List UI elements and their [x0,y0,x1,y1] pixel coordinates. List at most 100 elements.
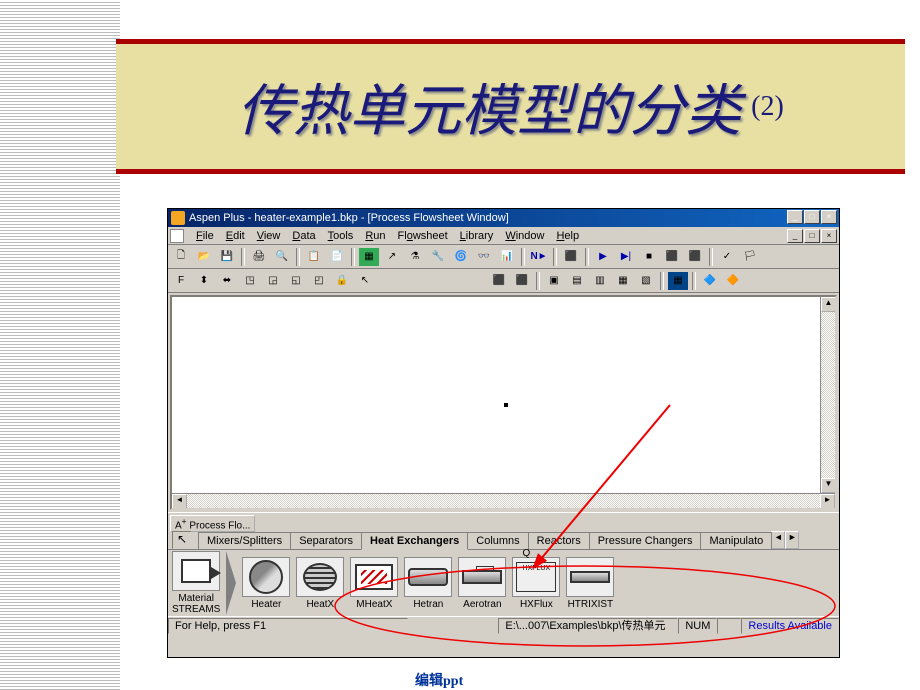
new-button[interactable]: 🗋 [170,247,192,267]
mdi-icon[interactable] [170,229,184,243]
tb2-a[interactable]: F [170,271,192,291]
toolbar-1: 🗋 📂 💾 🖨 🔍 📋 📄 ▦ ↗ ⚗ 🔧 🌀 👓 📊 N► ⬛ ▶ ▶| ■ … [168,245,839,269]
heater-icon [249,560,283,594]
tb2-r9[interactable]: 🔷 [699,271,721,291]
menu-flowsheet[interactable]: Flowsheet [392,230,454,242]
hetran-icon [408,568,448,586]
close-button[interactable]: × [821,210,837,224]
stream-icon [181,559,211,583]
flowsheet-canvas[interactable]: ▲ ▼ ◄ ► [170,295,837,510]
palette-item-streams[interactable]: Material STREAMS [170,549,222,617]
menu-data[interactable]: Data [286,230,321,242]
maximize-button[interactable]: □ [804,210,820,224]
open-button[interactable]: 📂 [193,247,215,267]
tb2-c[interactable]: ⬌ [216,271,238,291]
horizontal-scrollbar[interactable]: ◄ ► [172,493,835,508]
palette-item-heater[interactable]: Heater [240,555,292,612]
copy-button[interactable]: 📋 [303,247,325,267]
mdi-minimize-button[interactable]: _ [787,229,803,243]
status-path: E:\...007\Examples\bkp\传热单元 [498,618,678,634]
tb2-d[interactable]: ◳ [239,271,261,291]
menu-run[interactable]: Run [359,230,391,242]
pointer-button[interactable]: ↖ [354,271,376,291]
tb-4f[interactable]: 👓 [473,247,495,267]
palette-item-hetran[interactable]: Hetran [402,555,454,612]
palette-item-htrixist[interactable]: HTRIXIST [564,555,616,612]
tb2-e[interactable]: ◲ [262,271,284,291]
menu-file[interactable]: File [190,230,220,242]
tb-7a[interactable]: ✓ [716,247,738,267]
paste-button[interactable]: 📄 [326,247,348,267]
tab-scroll-right[interactable]: ► [785,531,799,549]
palette-item-hxflux[interactable]: HXFLUX HXFlux [510,555,562,612]
menu-help[interactable]: Help [550,230,585,242]
mdi-close-button[interactable]: × [821,229,837,243]
scroll-up-button[interactable]: ▲ [821,297,836,312]
vertical-scrollbar[interactable]: ▲ ▼ [820,297,835,493]
tb2-r7[interactable]: ▧ [635,271,657,291]
scroll-left-button[interactable]: ◄ [172,494,187,509]
toolbar-2: F ⬍ ⬌ ◳ ◲ ◱ ◰ 🔒 ↖ ⬛ ⬛ ▣ ▤ ▥ ▦ ▧ ▦ 🔷 🔶 [168,269,839,293]
tb2-r5[interactable]: ▥ [589,271,611,291]
menu-tools[interactable]: Tools [322,230,360,242]
tb2-r1[interactable]: ⬛ [488,271,510,291]
status-blank [717,618,741,634]
slide-footer: 编辑ppt [415,670,463,690]
minimize-button[interactable]: _ [787,210,803,224]
menu-edit[interactable]: Edit [220,230,251,242]
print-button[interactable]: 🖨 [248,247,270,267]
scroll-right-button[interactable]: ► [820,494,835,509]
tab-manipulators[interactable]: Manipulato [700,532,772,549]
tb-4b[interactable]: ↗ [381,247,403,267]
tab-scroll-left[interactable]: ◄ [771,531,785,549]
hxflux-icon: HXFLUX [516,562,556,592]
slide-title: 传热单元模型的分类 [237,66,741,147]
tb2-g[interactable]: ◰ [308,271,330,291]
mdi-restore-button[interactable]: □ [804,229,820,243]
title-bar[interactable]: Aspen Plus - heater-example1.bkp - [Proc… [168,209,839,227]
tb-6b[interactable]: ⬛ [684,247,706,267]
next-button[interactable]: N► [528,247,550,267]
process-flowsheet-tab[interactable]: A+ Process Flo... [170,515,255,532]
tb2-r4[interactable]: ▤ [566,271,588,291]
tb2-r3[interactable]: ▣ [543,271,565,291]
tb-4d[interactable]: 🔧 [427,247,449,267]
save-button[interactable]: 💾 [216,247,238,267]
palette-item-mheatx[interactable]: MHeatX [348,555,400,612]
tab-columns[interactable]: Columns [467,532,528,549]
tb2-r10[interactable]: 🔶 [722,271,744,291]
run-start-button[interactable]: ▶ [592,247,614,267]
palette-item-aerotran[interactable]: Aerotran [456,555,508,612]
run-stop-button[interactable]: ■ [638,247,660,267]
run-step-button[interactable]: ▶| [615,247,637,267]
status-results: Results Available [741,618,839,634]
tab-reactors[interactable]: Reactors [528,532,590,549]
palette-divider [226,551,236,615]
tb-4e[interactable]: 🌀 [450,247,472,267]
select-tool[interactable]: ↖ [172,531,192,549]
tb2-r6[interactable]: ▦ [612,271,634,291]
tb-4g[interactable]: 📊 [496,247,518,267]
tb-7b[interactable]: 🏳 [739,247,761,267]
tb2-f[interactable]: ◱ [285,271,307,291]
status-help: For Help, press F1 [168,618,408,634]
tb2-r2[interactable]: ⬛ [511,271,533,291]
tb2-lock[interactable]: 🔒 [331,271,353,291]
tb-4a[interactable]: ▦ [358,247,380,267]
menu-window[interactable]: Window [499,230,550,242]
palette-item-heatx[interactable]: HeatX [294,555,346,612]
tab-separators[interactable]: Separators [290,532,362,549]
tb2-b[interactable]: ⬍ [193,271,215,291]
preview-button[interactable]: 🔍 [271,247,293,267]
scroll-down-button[interactable]: ▼ [821,478,836,493]
tab-mixers-splitters[interactable]: Mixers/Splitters [198,532,291,549]
tb2-r8[interactable]: ▦ [667,271,689,291]
tab-pressure-changers[interactable]: Pressure Changers [589,532,702,549]
tb-6a[interactable]: ⬛ [661,247,683,267]
mdi-controls: _ □ × [786,229,837,243]
menu-library[interactable]: Library [454,230,500,242]
tab-heat-exchangers[interactable]: Heat Exchangers [361,532,468,550]
tb-5a[interactable]: ⬛ [560,247,582,267]
menu-view[interactable]: View [251,230,287,242]
tb-4c[interactable]: ⚗ [404,247,426,267]
